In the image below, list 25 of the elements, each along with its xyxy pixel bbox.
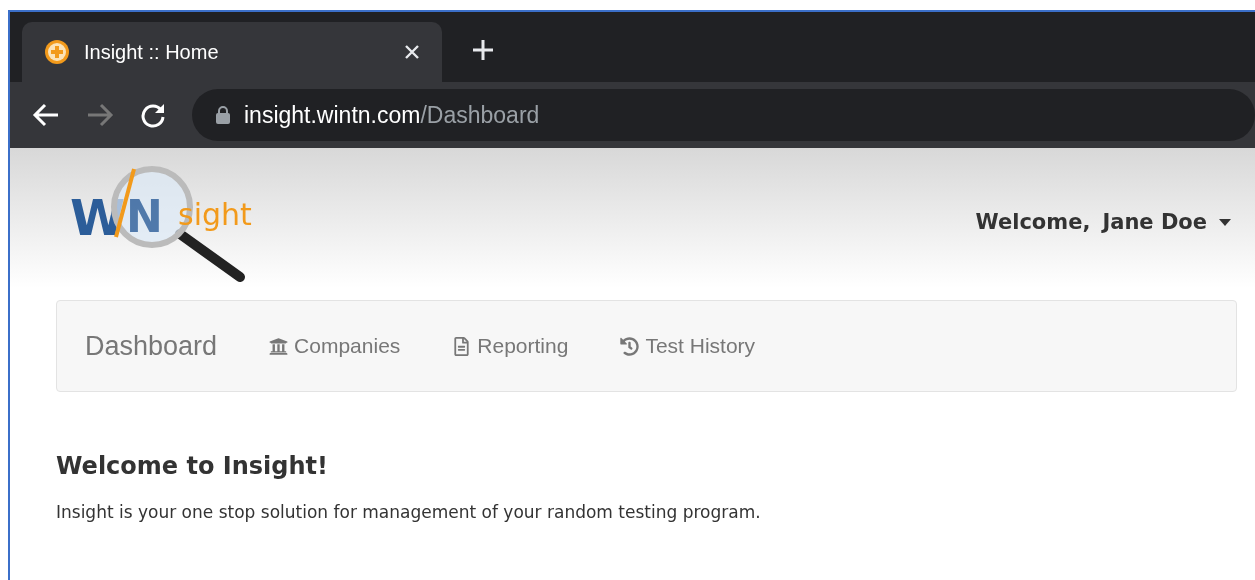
back-arrow-icon xyxy=(32,103,60,127)
reload-icon xyxy=(140,102,166,128)
forward-button[interactable] xyxy=(86,103,114,127)
bank-icon xyxy=(269,336,289,356)
reload-button[interactable] xyxy=(140,102,166,128)
intro-text: Insight is your one stop solution for management of your random testing program. xyxy=(56,502,762,522)
document-icon xyxy=(452,336,472,356)
nav-link[interactable]: Test History xyxy=(620,334,756,358)
lock-icon xyxy=(216,106,230,124)
browser-tab[interactable]: Insight :: Home xyxy=(22,22,442,82)
nav-link[interactable]: Reporting xyxy=(452,334,569,358)
page-heading: Welcome to Insight! xyxy=(56,452,329,480)
brand-link[interactable]: Dashboard xyxy=(85,330,218,362)
close-icon xyxy=(404,44,420,60)
favicon-plus-icon xyxy=(44,39,70,65)
plus-icon xyxy=(472,39,494,61)
url-text: insight.wintn.com/Dashboard xyxy=(244,101,540,129)
forward-arrow-icon xyxy=(86,103,114,127)
history-icon xyxy=(620,336,640,356)
address-bar[interactable]: insight.wintn.com/Dashboard xyxy=(192,89,1255,141)
user-menu[interactable]: Welcome, Jane Doe xyxy=(969,209,1237,235)
caret-icon xyxy=(1219,218,1231,226)
tab-title: Insight :: Home xyxy=(84,40,220,64)
nav-link[interactable]: Companies xyxy=(269,334,401,358)
back-button[interactable] xyxy=(32,103,60,127)
